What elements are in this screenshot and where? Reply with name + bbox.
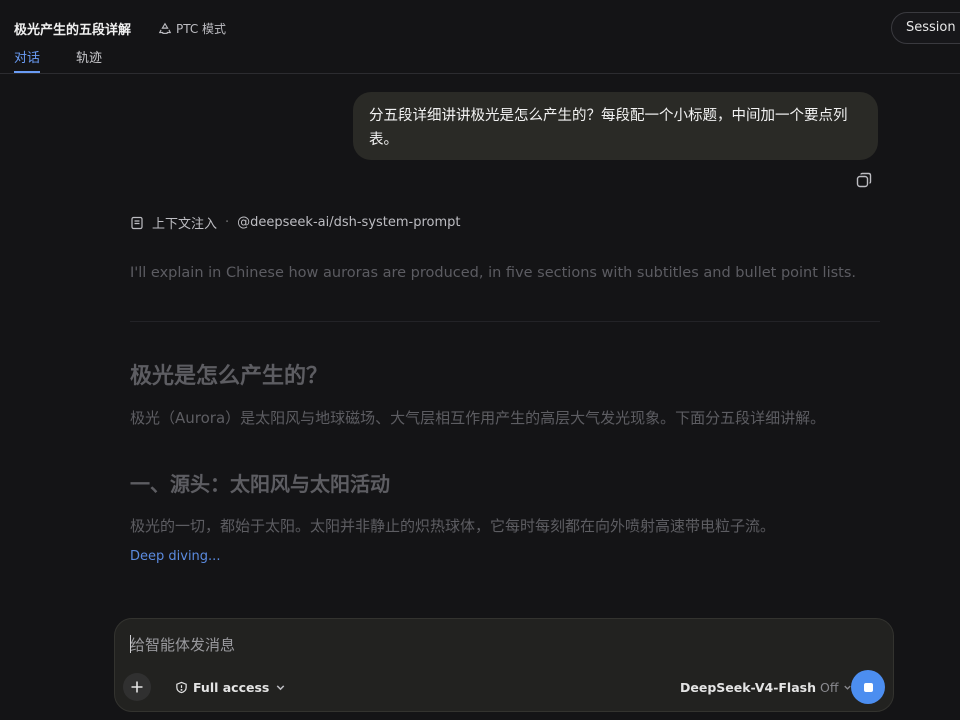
active-tab-indicator bbox=[14, 71, 40, 73]
mode-label: PTC 模式 bbox=[176, 22, 227, 36]
tab-chat[interactable]: 对话 bbox=[14, 47, 40, 66]
message-input[interactable]: 给智能体发消息 bbox=[130, 634, 235, 655]
text-caret bbox=[130, 635, 131, 653]
thinking-text: I'll explain in Chinese how auroras are … bbox=[130, 265, 856, 281]
context-source: @deepseek-ai/dsh-system-prompt bbox=[237, 215, 461, 230]
section-heading: 一、源头：太阳风与太阳活动 bbox=[130, 472, 390, 496]
recycle-icon bbox=[158, 22, 172, 34]
conversation-title: 极光产生的五段详解 bbox=[14, 23, 132, 38]
model-name: DeepSeek-V4-Flash bbox=[680, 680, 816, 695]
stop-icon bbox=[863, 682, 873, 692]
plus-icon bbox=[131, 681, 143, 693]
deep-diving-status: Deep diving... bbox=[130, 549, 221, 564]
shield-icon bbox=[176, 681, 187, 694]
copy-icon[interactable] bbox=[855, 171, 873, 189]
divider bbox=[130, 321, 880, 322]
section-text: 极光的一切，都始于太阳。太阳并非静止的炽热球体，它每时每刻都在向外喷射高速带电粒… bbox=[130, 517, 776, 535]
user-message-bubble: 分五段详细讲讲极光是怎么产生的？每段配一个小标题，中间加一个要点列表。 bbox=[353, 92, 878, 160]
top-bar: 极光产生的五段详解 PTC 模式 Session lo 对话 轨迹 bbox=[0, 0, 960, 74]
context-injection-row[interactable]: 上下文注入 · @deepseek-ai/dsh-system-prompt bbox=[130, 213, 461, 232]
answer-intro: 极光（Aurora）是太阳风与地球磁场、大气层相互作用产生的高层大气发光现象。下… bbox=[130, 409, 826, 427]
model-selector[interactable]: DeepSeek-V4-Flash Off bbox=[680, 680, 853, 695]
access-selector[interactable]: Full access bbox=[175, 680, 287, 695]
ptc-mode-indicator[interactable]: PTC 模式 bbox=[158, 20, 226, 37]
tab-trajectory[interactable]: 轨迹 bbox=[76, 47, 102, 66]
model-mode: Off bbox=[820, 680, 839, 695]
answer-heading: 极光是怎么产生的？ bbox=[130, 364, 329, 389]
chevron-down-icon bbox=[277, 685, 285, 691]
message-composer bbox=[114, 618, 894, 712]
add-attachment-button[interactable] bbox=[123, 673, 151, 701]
context-separator: · bbox=[225, 215, 230, 230]
access-label: Full access bbox=[193, 680, 270, 695]
stop-generation-button[interactable] bbox=[851, 670, 885, 704]
context-label: 上下文注入 bbox=[152, 217, 218, 232]
document-icon bbox=[131, 216, 143, 229]
session-button[interactable]: Session lo bbox=[891, 12, 960, 44]
